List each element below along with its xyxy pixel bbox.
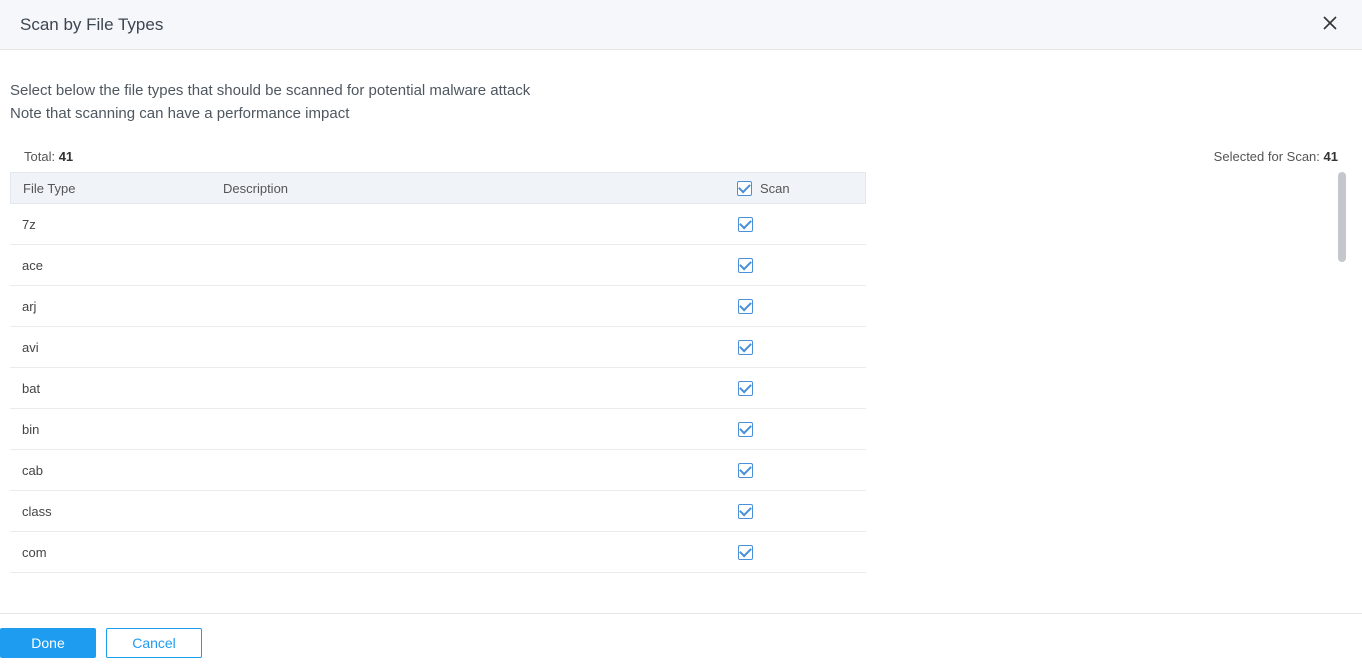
- col-header-file-type[interactable]: File Type: [11, 181, 211, 196]
- table-row: avi: [10, 327, 866, 368]
- selected-count: Selected for Scan: 41: [1214, 149, 1338, 164]
- cell-file-type: cab: [10, 463, 210, 478]
- cancel-button[interactable]: Cancel: [106, 628, 202, 658]
- cell-file-type: com: [10, 545, 210, 560]
- cell-scan: [726, 381, 866, 396]
- table-row: cab: [10, 450, 866, 491]
- dialog-title: Scan by File Types: [20, 15, 163, 35]
- total-label: Total:: [24, 149, 55, 164]
- scan-checkbox[interactable]: [738, 545, 753, 560]
- cell-scan: [726, 258, 866, 273]
- cell-file-type: bin: [10, 422, 210, 437]
- select-all-checkbox[interactable]: [737, 181, 752, 196]
- table-header: File Type Description Scan: [10, 172, 866, 204]
- cell-file-type: ace: [10, 258, 210, 273]
- cell-scan: [726, 299, 866, 314]
- done-button[interactable]: Done: [0, 628, 96, 658]
- table-row: ace: [10, 245, 866, 286]
- close-icon[interactable]: [1318, 11, 1342, 39]
- cell-file-type: class: [10, 504, 210, 519]
- table-row: com: [10, 532, 866, 573]
- dialog-header: Scan by File Types: [0, 0, 1362, 50]
- cell-scan: [726, 463, 866, 478]
- selected-label: Selected for Scan:: [1214, 149, 1320, 164]
- intro-text: Select below the file types that should …: [10, 80, 1352, 125]
- col-header-scan-label[interactable]: Scan: [760, 181, 790, 196]
- table-row: class: [10, 491, 866, 532]
- selected-value: 41: [1324, 149, 1338, 164]
- table-wrap: File Type Description Scan 7z ace arj avi ba…: [10, 172, 1352, 613]
- total-count: Total: 41: [24, 149, 73, 164]
- table-row: bat: [10, 368, 866, 409]
- table-row: arj: [10, 286, 866, 327]
- table-body: 7z ace arj avi bat bin cab class com: [10, 204, 866, 573]
- counts-row: Total: 41 Selected for Scan: 41: [10, 149, 1352, 172]
- dialog-content: Select below the file types that should …: [0, 50, 1362, 613]
- scrollbar[interactable]: [1338, 172, 1346, 542]
- dialog-footer: Done Cancel: [0, 613, 1362, 672]
- scan-checkbox[interactable]: [738, 258, 753, 273]
- scan-checkbox[interactable]: [738, 340, 753, 355]
- scan-checkbox[interactable]: [738, 299, 753, 314]
- scrollbar-thumb[interactable]: [1338, 172, 1346, 262]
- col-header-description[interactable]: Description: [211, 181, 725, 196]
- cell-file-type: arj: [10, 299, 210, 314]
- cell-file-type: bat: [10, 381, 210, 396]
- cell-scan: [726, 217, 866, 232]
- table-row: 7z: [10, 204, 866, 245]
- total-value: 41: [59, 149, 73, 164]
- file-type-table: File Type Description Scan 7z ace arj avi ba…: [10, 172, 866, 573]
- scan-checkbox[interactable]: [738, 217, 753, 232]
- scan-checkbox[interactable]: [738, 381, 753, 396]
- cell-file-type: 7z: [10, 217, 210, 232]
- intro-line-1: Select below the file types that should …: [10, 80, 1352, 103]
- scan-checkbox[interactable]: [738, 422, 753, 437]
- col-header-scan: Scan: [725, 181, 865, 196]
- scan-checkbox[interactable]: [738, 463, 753, 478]
- cell-file-type: avi: [10, 340, 210, 355]
- cell-scan: [726, 504, 866, 519]
- cell-scan: [726, 422, 866, 437]
- scan-checkbox[interactable]: [738, 504, 753, 519]
- cell-scan: [726, 340, 866, 355]
- cell-scan: [726, 545, 866, 560]
- table-row: bin: [10, 409, 866, 450]
- intro-line-2: Note that scanning can have a performanc…: [10, 103, 1352, 126]
